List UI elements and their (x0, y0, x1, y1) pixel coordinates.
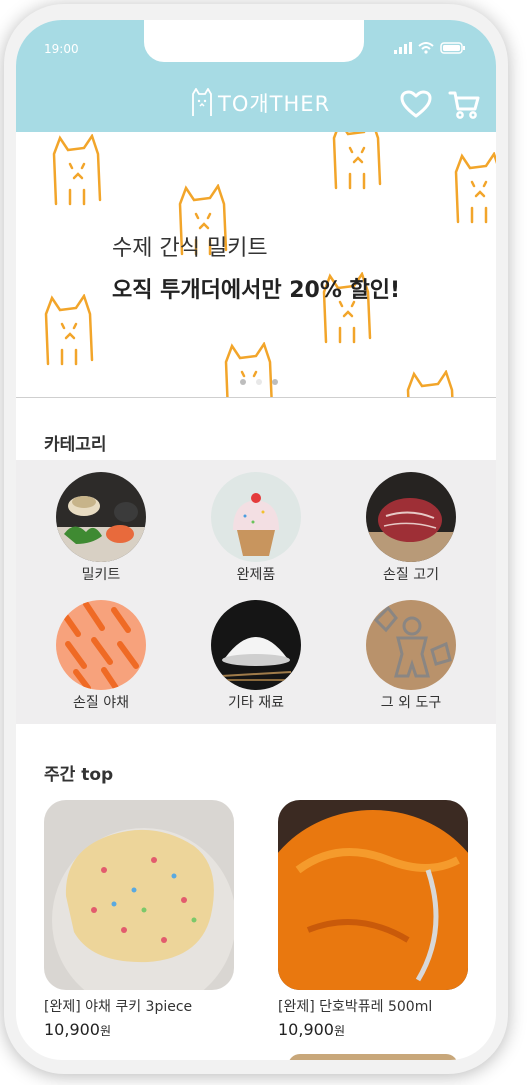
category-label: 손질 야채 (73, 695, 129, 711)
dog-logo-icon (192, 88, 212, 116)
category-finished-goods[interactable]: 완제품 (191, 472, 321, 584)
product-price: 10,900원 (278, 1020, 468, 1039)
phone-frame: 19:00 TO개THER 수제 간식 밀키트 오직 투개더에서만 20% 할인… (4, 4, 508, 1074)
product-price-unit: 원 (99, 1024, 112, 1038)
product-price: 10,900원 (44, 1020, 234, 1039)
product-name: [완제] 단호박퓨레 500ml (278, 999, 433, 1015)
category-meal-kit[interactable]: 밀키트 (36, 472, 166, 584)
category-label: 완제품 (236, 567, 276, 583)
status-icons (394, 42, 466, 54)
carousel-dot-active[interactable] (256, 379, 262, 385)
category-prepared-meat[interactable]: 손질 고기 (346, 472, 476, 584)
category-prepared-meat-image (366, 472, 456, 562)
dog-doodle-icon (332, 132, 382, 190)
product-price-value: 10,900 (44, 1020, 100, 1039)
dog-doodle-icon (52, 134, 102, 206)
category-label: 기타 재료 (228, 695, 284, 711)
product-name: [완제] 야채 쿠키 3piece (44, 999, 193, 1015)
product-card-veggie-cookie[interactable]: [완제] 야채 쿠키 3piece 10,900원 (44, 800, 234, 1039)
battery-icon (440, 42, 465, 54)
promo-banner[interactable]: 수제 간식 밀키트 오직 투개더에서만 20% 할인! (16, 132, 496, 398)
category-other-ingredients-image (211, 600, 301, 690)
category-prepared-vegetables-image (56, 600, 146, 690)
logo-text: TO개THER (218, 92, 331, 116)
category-section-title: 카테고리 (44, 435, 107, 455)
product-card-pumpkin-puree[interactable]: [완제] 단호박퓨레 500ml 10,900원 (278, 800, 468, 1039)
category-other-ingredients[interactable]: 기타 재료 (191, 600, 321, 712)
carousel-dot[interactable] (272, 379, 278, 385)
wifi-icon (418, 42, 434, 54)
banner-subtitle: 수제 간식 밀키트 (112, 236, 268, 261)
dog-doodle-icon (406, 370, 454, 397)
carousel-dot[interactable] (240, 379, 246, 385)
app-header: 19:00 TO개THER (16, 20, 496, 132)
product-price-unit: 원 (333, 1024, 346, 1038)
status-time: 19:00 (44, 42, 79, 56)
category-other-tools-image (366, 600, 456, 690)
category-label: 손질 고기 (383, 567, 439, 583)
signal-icon (394, 42, 412, 54)
category-other-tools[interactable]: 그 외 도구 (346, 600, 476, 712)
product-card-partial[interactable] (288, 1054, 458, 1060)
product-image-pumpkin-puree (278, 800, 468, 990)
carousel-dots[interactable] (240, 379, 278, 385)
category-panel: 밀키트 완제품 손질 고기 손질 야채 기타 재료 그 외 도구 (16, 460, 496, 724)
dog-doodle-icon (44, 294, 94, 366)
product-image-veggie-cookie (44, 800, 234, 990)
category-label: 밀키트 (81, 567, 121, 583)
heart-icon[interactable] (400, 90, 432, 118)
app-logo[interactable]: TO개THER (190, 88, 330, 118)
category-finished-goods-image (211, 472, 301, 562)
dog-doodle-icon (224, 342, 273, 397)
app-screen: 19:00 TO개THER 수제 간식 밀키트 오직 투개더에서만 20% 할인… (16, 20, 496, 1060)
notch (144, 20, 364, 62)
category-meal-kit-image (56, 472, 146, 562)
cart-icon[interactable] (448, 90, 480, 120)
dog-doodle-icon (454, 152, 496, 224)
category-prepared-vegetables[interactable]: 손질 야채 (36, 600, 166, 712)
banner-title: 오직 투개더에서만 20% 할인! (112, 278, 401, 303)
product-price-value: 10,900 (278, 1020, 334, 1039)
weekly-section-title: 주간 top (44, 765, 114, 785)
category-label: 그 외 도구 (380, 695, 442, 711)
